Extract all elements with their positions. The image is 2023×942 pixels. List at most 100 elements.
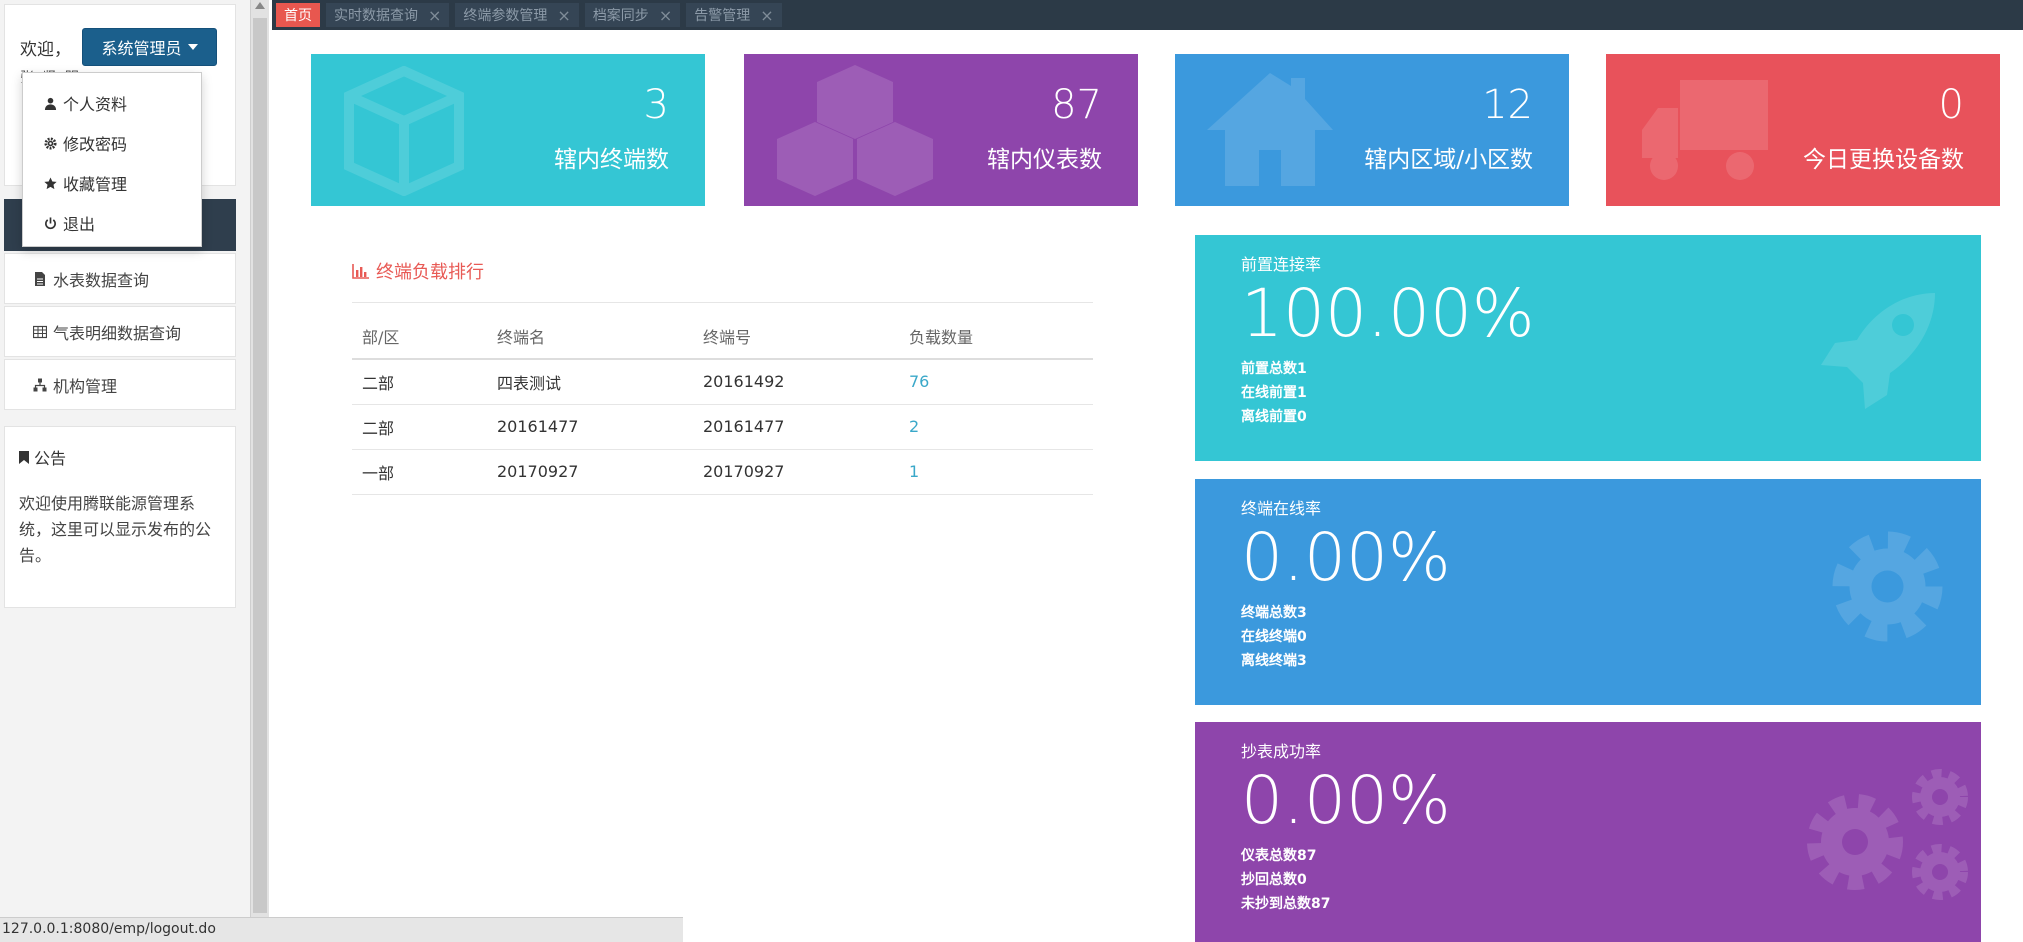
table-cell: 二部 bbox=[352, 359, 487, 405]
rocket-icon bbox=[1821, 293, 1935, 409]
card-label: 辖内仪表数 bbox=[987, 147, 1102, 173]
card-label: 辖内终端数 bbox=[554, 147, 669, 173]
divider bbox=[352, 302, 1093, 303]
column-header: 终端名 bbox=[487, 314, 693, 360]
column-header: 部/区 bbox=[352, 314, 487, 360]
card-device-replaced[interactable]: 0 今日更换设备数 bbox=[1606, 54, 2000, 206]
gears-icon bbox=[1807, 769, 1968, 900]
dropdown-item-favorites[interactable]: 收藏管理 bbox=[23, 163, 201, 203]
sidebar-item-label: 水表数据查询 bbox=[53, 270, 150, 290]
close-icon[interactable]: × bbox=[557, 6, 570, 25]
gear-icon bbox=[1832, 531, 1943, 642]
load-count-link[interactable]: 1 bbox=[899, 449, 1093, 495]
star-icon bbox=[44, 176, 57, 189]
stat-frontend-connection-rate: 前置连接率 100.00% 前置总数1 在线前置1 离线前置0 bbox=[1195, 235, 1981, 461]
table-cell: 20161477 bbox=[487, 404, 693, 450]
card-value: 12 bbox=[1482, 82, 1533, 128]
sidebar-item-gas-query[interactable]: 气表明细数据查询 bbox=[4, 306, 236, 357]
notice-title: 公告 bbox=[34, 449, 67, 468]
card-value: 3 bbox=[643, 82, 669, 128]
ranking-title: 终端负载排行 bbox=[352, 258, 484, 284]
table-row: 二部 20161477 20161477 2 bbox=[352, 404, 1093, 450]
table-cell: 一部 bbox=[352, 449, 487, 495]
terminal-load-table: 部/区 终端名 终端号 负载数量 二部 四表测试 20161492 76 二部 … bbox=[352, 314, 1093, 495]
tab-label: 首页 bbox=[284, 8, 312, 24]
dropdown-item-logout[interactable]: 退出 bbox=[23, 203, 201, 243]
stat-detail-line: 前置总数1 bbox=[1241, 361, 1307, 377]
user-icon bbox=[44, 97, 57, 110]
card-value: 0 bbox=[1938, 82, 1964, 128]
home-icon bbox=[1207, 73, 1333, 186]
dropdown-item-profile[interactable]: 个人资料 bbox=[23, 83, 201, 123]
table-header-row: 部/区 终端名 终端号 负载数量 bbox=[352, 314, 1093, 360]
admin-button-label: 系统管理员 bbox=[101, 39, 182, 58]
notice-panel: 公告 欢迎使用腾联能源管理系统，这里可以显示发布的公告。 bbox=[4, 426, 236, 608]
table-row: 一部 20170927 20170927 1 bbox=[352, 449, 1093, 495]
stat-meter-read-success-rate: 抄表成功率 0.00% 仪表总数87 抄回总数0 未抄到总数87 bbox=[1195, 722, 1981, 942]
stat-title: 抄表成功率 bbox=[1241, 742, 1322, 761]
load-count-link[interactable]: 76 bbox=[899, 359, 1093, 405]
table-cell: 20170927 bbox=[693, 449, 899, 495]
table-cell: 四表测试 bbox=[487, 359, 693, 405]
card-label: 今日更换设备数 bbox=[1803, 147, 1964, 173]
stat-detail-line: 仪表总数87 bbox=[1241, 848, 1317, 864]
file-icon bbox=[35, 271, 45, 286]
stat-details: 终端总数3 在线终端0 离线终端3 bbox=[1241, 601, 1307, 673]
sidebar-item-org-management[interactable]: 机构管理 bbox=[4, 359, 236, 410]
dropdown-item-label: 收藏管理 bbox=[63, 175, 128, 194]
dropdown-item-label: 修改密码 bbox=[63, 135, 128, 154]
stat-detail-line: 在线前置1 bbox=[1241, 385, 1307, 401]
stat-details: 仪表总数87 抄回总数0 未抄到总数87 bbox=[1241, 844, 1330, 916]
sidebar-item-label: 气表明细数据查询 bbox=[53, 323, 182, 343]
admin-dropdown-button[interactable]: 系统管理员 bbox=[82, 28, 217, 66]
stat-detail-line: 抄回总数0 bbox=[1241, 872, 1307, 888]
table-cell: 20161492 bbox=[693, 359, 899, 405]
card-meter-count[interactable]: 87 辖内仪表数 bbox=[744, 54, 1138, 206]
stat-detail-line: 在线终端0 bbox=[1241, 629, 1307, 645]
scrollbar-thumb[interactable] bbox=[253, 18, 267, 913]
ranking-title-text: 终端负载排行 bbox=[376, 262, 484, 283]
gear-icon bbox=[44, 136, 57, 150]
stat-value: 0.00% bbox=[1241, 519, 1451, 596]
bar-chart-icon bbox=[352, 264, 369, 279]
tab-realtime-query[interactable]: 实时数据查询 × bbox=[326, 3, 450, 27]
load-count-link[interactable]: 2 bbox=[899, 404, 1093, 450]
stat-detail-line: 离线前置0 bbox=[1241, 409, 1307, 425]
stat-value: 0.00% bbox=[1241, 762, 1451, 839]
stat-detail-line: 终端总数3 bbox=[1241, 605, 1307, 621]
cubes-icon bbox=[777, 65, 933, 196]
dropdown-item-change-password[interactable]: 修改密码 bbox=[23, 123, 201, 163]
notice-body: 欢迎使用腾联能源管理系统，这里可以显示发布的公告。 bbox=[19, 494, 212, 565]
card-label: 辖内区域/小区数 bbox=[1364, 147, 1533, 173]
left-sidebar: 欢迎， 张 贤 明 系统管理员 个人资料 修改密码 收藏管理 退出 水表数据查询 bbox=[0, 0, 250, 942]
tab-home[interactable]: 首页 bbox=[276, 3, 320, 27]
cube-icon bbox=[344, 66, 464, 196]
table-icon bbox=[33, 325, 47, 338]
tab-label: 档案同步 bbox=[592, 8, 649, 24]
dropdown-item-label: 个人资料 bbox=[63, 95, 128, 114]
admin-dropdown-menu: 个人资料 修改密码 收藏管理 退出 bbox=[22, 72, 202, 247]
tab-terminal-params[interactable]: 终端参数管理 × bbox=[455, 3, 579, 27]
column-header: 负载数量 bbox=[899, 314, 1093, 360]
browser-status-bar: 127.0.0.1:8080/emp/logout.do bbox=[0, 917, 683, 942]
scroll-up-arrow-icon[interactable] bbox=[255, 2, 265, 9]
table-cell: 二部 bbox=[352, 404, 487, 450]
tab-label: 终端参数管理 bbox=[463, 8, 548, 24]
close-icon[interactable]: × bbox=[659, 6, 672, 25]
power-icon bbox=[45, 216, 56, 229]
close-icon[interactable]: × bbox=[760, 6, 773, 25]
sidebar-scrollbar[interactable] bbox=[250, 0, 269, 942]
sidebar-item-label: 机构管理 bbox=[53, 376, 118, 396]
tab-label: 告警管理 bbox=[694, 8, 751, 24]
table-cell: 20161477 bbox=[693, 404, 899, 450]
tab-archive-sync[interactable]: 档案同步 × bbox=[584, 3, 681, 27]
card-terminal-count[interactable]: 3 辖内终端数 bbox=[311, 54, 705, 206]
tab-alarm-management[interactable]: 告警管理 × bbox=[686, 3, 782, 27]
column-header: 终端号 bbox=[693, 314, 899, 360]
stat-terminal-online-rate: 终端在线率 0.00% 终端总数3 在线终端0 离线终端3 bbox=[1195, 479, 1981, 705]
notice-header: 公告 bbox=[19, 445, 221, 469]
card-area-count[interactable]: 12 辖内区域/小区数 bbox=[1175, 54, 1569, 206]
close-icon[interactable]: × bbox=[428, 6, 441, 25]
sidebar-item-water-query[interactable]: 水表数据查询 bbox=[4, 253, 236, 304]
truck-icon bbox=[1642, 80, 1768, 180]
